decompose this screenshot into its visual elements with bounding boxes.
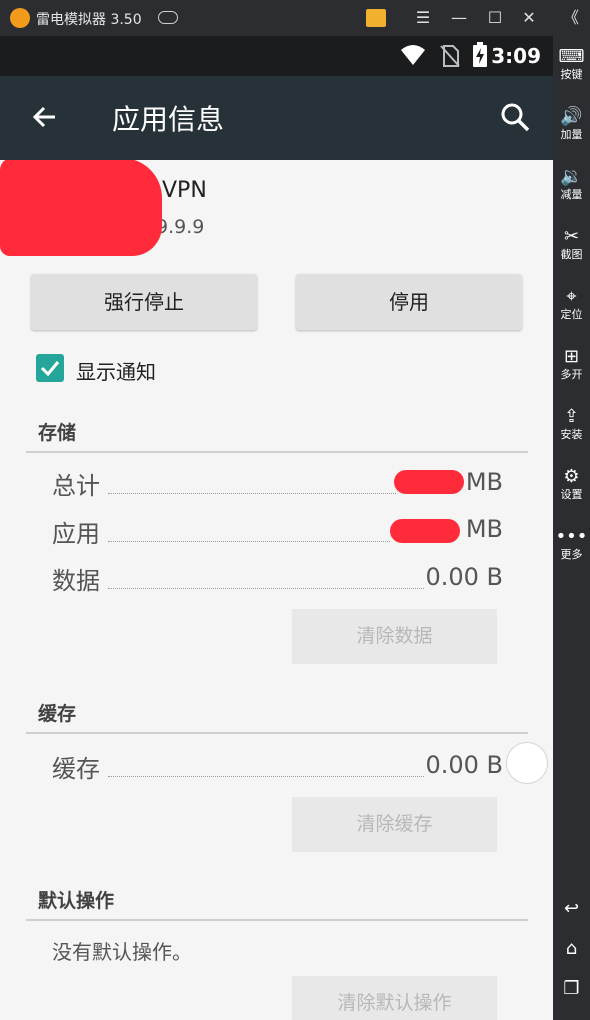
sidebar-item-label: 更多	[560, 548, 583, 561]
storage-data-value: 0.00 B	[425, 563, 503, 591]
sidebar-item-install-apk[interactable]: ⇪ 安装	[553, 406, 590, 442]
redaction-mark	[0, 160, 162, 256]
sidebar-item-location[interactable]: ⌖ 定位	[553, 286, 590, 322]
status-bar: 3:09	[0, 36, 553, 76]
disable-button[interactable]: 停用	[296, 274, 522, 330]
maximize-button[interactable]: ☐	[482, 6, 508, 30]
sidebar-item-label: 多开	[560, 368, 583, 381]
cache-header: 缓存	[38, 703, 77, 725]
row-leader-dots	[108, 541, 390, 542]
emulator-title-bar: 雷电模拟器 3.50 ☰ — ☐ ✕ 《	[0, 0, 590, 36]
sidebar-item-settings[interactable]: ⚙ 设置	[553, 466, 590, 502]
storage-app-value: MB	[465, 515, 503, 543]
redaction-mark	[390, 519, 460, 543]
battery-charging-icon	[473, 42, 487, 67]
location-pin-icon: ⌖	[566, 286, 577, 307]
storage-app-label: 应用	[52, 520, 100, 548]
defaults-header: 默认操作	[38, 890, 115, 912]
emulator-logo-icon	[10, 8, 30, 28]
emulator-sidebar: ⌨ 按键 🔊 加量 🔉 减量 ✂ 截图 ⌖ 定位 ⊞ 多开 ⇪ 安装 ⚙ 设置 …	[553, 36, 590, 1020]
more-dots-icon: •••	[555, 526, 588, 547]
show-notifications-label: 显示通知	[76, 360, 156, 384]
volume-down-icon: 🔉	[560, 166, 583, 187]
search-icon[interactable]	[498, 100, 532, 134]
recents-icon: ❐	[563, 978, 580, 999]
row-leader-dots	[108, 776, 424, 777]
app-info-content[interactable]: VPN 版本 9.9.9 强行停止 停用 显示通知 存储 总计 MB 应用 MB…	[0, 160, 553, 1020]
no-defaults-text: 没有默认操作。	[52, 940, 192, 964]
redaction-mark	[394, 470, 464, 494]
nav-recents-button[interactable]: ❐	[553, 978, 590, 1000]
scissors-icon: ✂	[563, 226, 580, 247]
row-leader-dots	[108, 588, 424, 589]
storage-total-value: MB	[465, 468, 503, 496]
apk-install-icon: ⇪	[563, 406, 580, 427]
keyboard-icon: ⌨	[558, 46, 585, 67]
minimize-button[interactable]: —	[446, 6, 472, 30]
app-bar: 应用信息	[0, 76, 553, 160]
check-icon	[40, 361, 60, 377]
page-title: 应用信息	[112, 103, 225, 136]
sidebar-item-label: 定位	[560, 308, 583, 321]
volume-up-icon: 🔊	[560, 106, 583, 127]
sidebar-item-label: 按键	[560, 68, 583, 81]
emulator-title: 雷电模拟器 3.50	[36, 12, 142, 28]
sidebar-item-label: 截图	[560, 248, 583, 261]
app-name: VPN	[162, 178, 207, 203]
show-notifications-checkbox[interactable]	[36, 354, 64, 382]
no-sim-icon	[440, 45, 460, 67]
gift-icon[interactable]	[366, 9, 386, 27]
storage-header: 存储	[38, 422, 77, 444]
cache-divider	[26, 732, 528, 734]
clear-cache-button[interactable]: 清除缓存	[292, 797, 497, 852]
storage-total-label: 总计	[52, 472, 100, 500]
sidebar-item-volume-up[interactable]: 🔊 加量	[553, 106, 590, 142]
gamepad-icon[interactable]	[158, 11, 178, 24]
sidebar-item-screenshot[interactable]: ✂ 截图	[553, 226, 590, 262]
sidebar-item-more[interactable]: ••• 更多	[553, 526, 590, 562]
nav-home-button[interactable]: ⌂	[553, 938, 590, 960]
nav-back-button[interactable]: ↩	[553, 898, 590, 920]
cache-label: 缓存	[52, 755, 100, 783]
sidebar-item-label: 安装	[560, 428, 583, 441]
wifi-icon	[401, 45, 425, 65]
gear-icon: ⚙	[563, 466, 580, 487]
back-arrow-icon[interactable]	[28, 100, 62, 134]
force-stop-button[interactable]: 强行停止	[31, 274, 257, 330]
sidebar-item-keys[interactable]: ⌨ 按键	[553, 46, 590, 82]
row-leader-dots	[108, 493, 396, 494]
defaults-divider	[26, 919, 528, 921]
close-button[interactable]: ✕	[516, 6, 542, 30]
sidebar-item-label: 设置	[560, 488, 583, 501]
sidebar-item-multi-instance[interactable]: ⊞ 多开	[553, 346, 590, 382]
menu-button[interactable]: ☰	[410, 6, 436, 30]
storage-divider	[26, 451, 528, 453]
home-icon: ⌂	[565, 938, 578, 959]
status-clock: 3:09	[491, 44, 541, 68]
collapse-sidebar-button[interactable]: 《	[558, 6, 584, 30]
sidebar-item-label: 加量	[560, 128, 583, 141]
clear-defaults-button[interactable]: 清除默认操作	[292, 976, 497, 1020]
sidebar-item-volume-down[interactable]: 🔉 减量	[553, 166, 590, 202]
sidebar-item-label: 减量	[560, 188, 583, 201]
floating-assist-button[interactable]	[506, 742, 548, 784]
multi-instance-icon: ⊞	[563, 346, 580, 367]
clear-data-button[interactable]: 清除数据	[292, 609, 497, 664]
storage-data-label: 数据	[52, 567, 100, 595]
cache-value: 0.00 B	[425, 751, 503, 779]
back-icon: ↩	[563, 898, 580, 919]
